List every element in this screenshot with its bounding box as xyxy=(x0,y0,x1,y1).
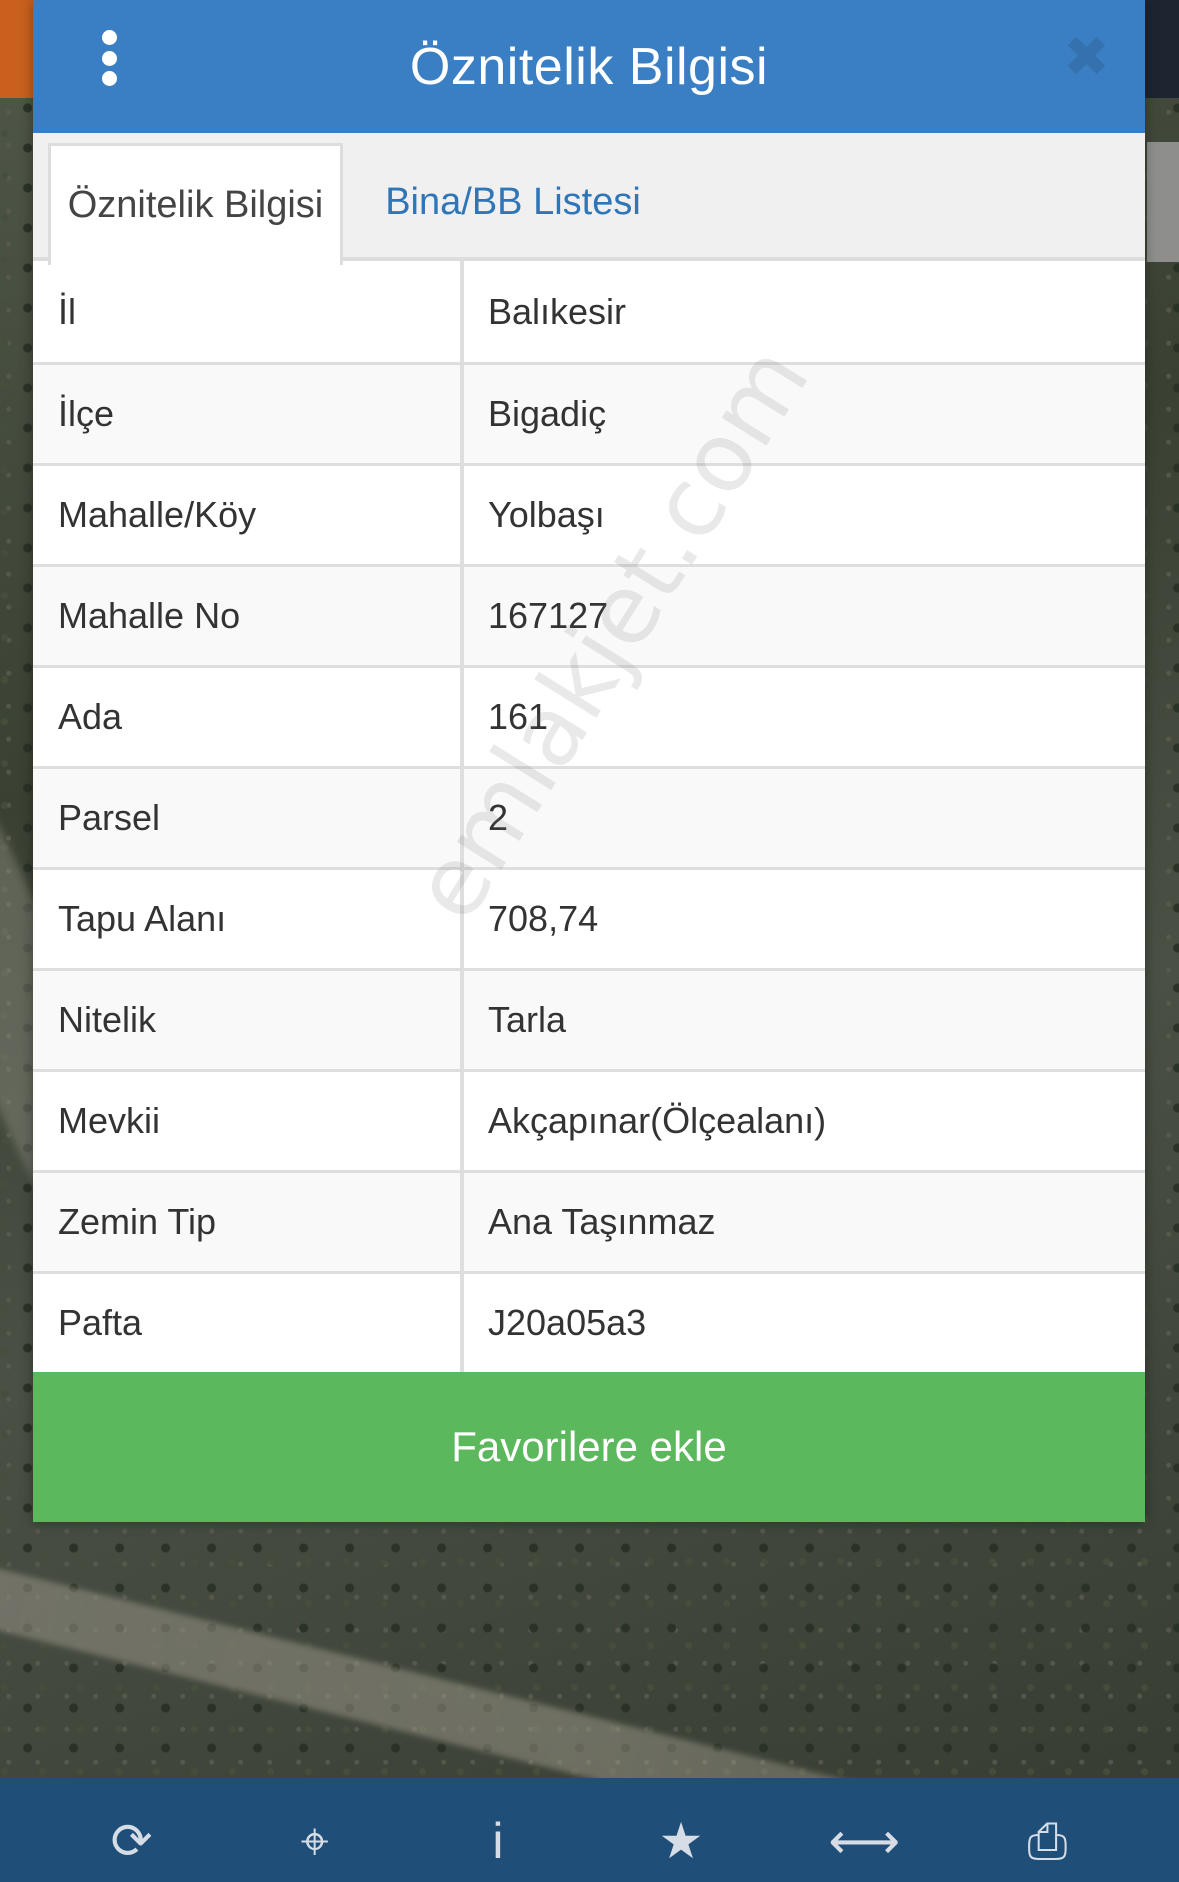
tab-attribute-info[interactable]: Öznitelik Bilgisi xyxy=(48,143,343,265)
table-row: Mahalle/Köy Yolbaşı xyxy=(33,463,1145,564)
table-row: Ada 161 xyxy=(33,665,1145,766)
attribute-value: Akçapınar(Ölçealanı) xyxy=(464,1072,1145,1170)
attribute-key: İlçe xyxy=(33,365,464,463)
attribute-key: İl xyxy=(33,261,464,362)
attribute-key: Parsel xyxy=(33,769,464,867)
attribute-value: Ana Taşınmaz xyxy=(464,1173,1145,1271)
attribute-value: Yolbaşı xyxy=(464,466,1145,564)
menu-dot xyxy=(101,50,117,66)
table-row: Parsel 2 xyxy=(33,766,1145,867)
attribute-key: Nitelik xyxy=(33,971,464,1069)
info-icon[interactable]: i xyxy=(463,1812,533,1882)
attribute-value: J20a05a3 xyxy=(464,1274,1145,1372)
more-options-icon[interactable] xyxy=(93,30,125,86)
close-icon[interactable]: ✖ xyxy=(1063,29,1110,85)
attribute-key: Pafta xyxy=(33,1274,464,1372)
table-row: Zemin Tip Ana Taşınmaz xyxy=(33,1170,1145,1271)
attribute-key: Ada xyxy=(33,668,464,766)
attribute-table: İl Balıkesir İlçe Bigadiç Mahalle/Köy Yo… xyxy=(33,261,1145,1372)
menu-dot xyxy=(101,30,117,45)
attribute-value: 167127 xyxy=(464,567,1145,665)
star-icon[interactable]: ★ xyxy=(646,1812,716,1882)
crosshair-icon[interactable]: ⌖ xyxy=(280,1812,350,1882)
tab-building-list[interactable]: Bina/BB Listesi xyxy=(378,143,648,261)
table-row: Tapu Alanı 708,74 xyxy=(33,867,1145,968)
table-row: Mahalle No 167127 xyxy=(33,564,1145,665)
print-icon[interactable]: ⎙ xyxy=(1012,1812,1082,1882)
attribute-value: Bigadiç xyxy=(464,365,1145,463)
attribute-key: Zemin Tip xyxy=(33,1173,464,1271)
arrows-horizontal-icon[interactable]: ⟷ xyxy=(829,1812,899,1882)
page-scrollbar-thumb[interactable] xyxy=(1147,142,1179,262)
attribute-info-modal: Öznitelik Bilgisi ✖ Öznitelik Bilgisi Bi… xyxy=(33,0,1145,1522)
attribute-key: Mevkii xyxy=(33,1072,464,1170)
attribute-value: 708,74 xyxy=(464,870,1145,968)
background-dark-strip xyxy=(1139,0,1179,98)
modal-header: Öznitelik Bilgisi ✖ xyxy=(33,0,1145,133)
table-row: Mevkii Akçapınar(Ölçealanı) xyxy=(33,1069,1145,1170)
table-row: Pafta J20a05a3 xyxy=(33,1271,1145,1372)
add-to-favorites-button[interactable]: Favorilere ekle xyxy=(33,1372,1145,1522)
attribute-key: Mahalle No xyxy=(33,567,464,665)
tab-bar: Öznitelik Bilgisi Bina/BB Listesi xyxy=(33,133,1145,265)
table-row: İlçe Bigadiç xyxy=(33,362,1145,463)
table-row: Nitelik Tarla xyxy=(33,968,1145,1069)
attribute-value: 161 xyxy=(464,668,1145,766)
menu-dot xyxy=(101,71,117,86)
attribute-value: 2 xyxy=(464,769,1145,867)
background-orange-strip xyxy=(0,0,34,98)
modal-title: Öznitelik Bilgisi xyxy=(409,37,769,96)
bottom-toolbar: ⟳ ⌖ i ★ ⟷ ⎙ xyxy=(0,1778,1179,1882)
table-row: İl Balıkesir xyxy=(33,261,1145,362)
attribute-value: Tarla xyxy=(464,971,1145,1069)
attribute-value: Balıkesir xyxy=(464,261,1145,362)
attribute-key: Mahalle/Köy xyxy=(33,466,464,564)
attribute-key: Tapu Alanı xyxy=(33,870,464,968)
refresh-icon[interactable]: ⟳ xyxy=(97,1812,167,1882)
